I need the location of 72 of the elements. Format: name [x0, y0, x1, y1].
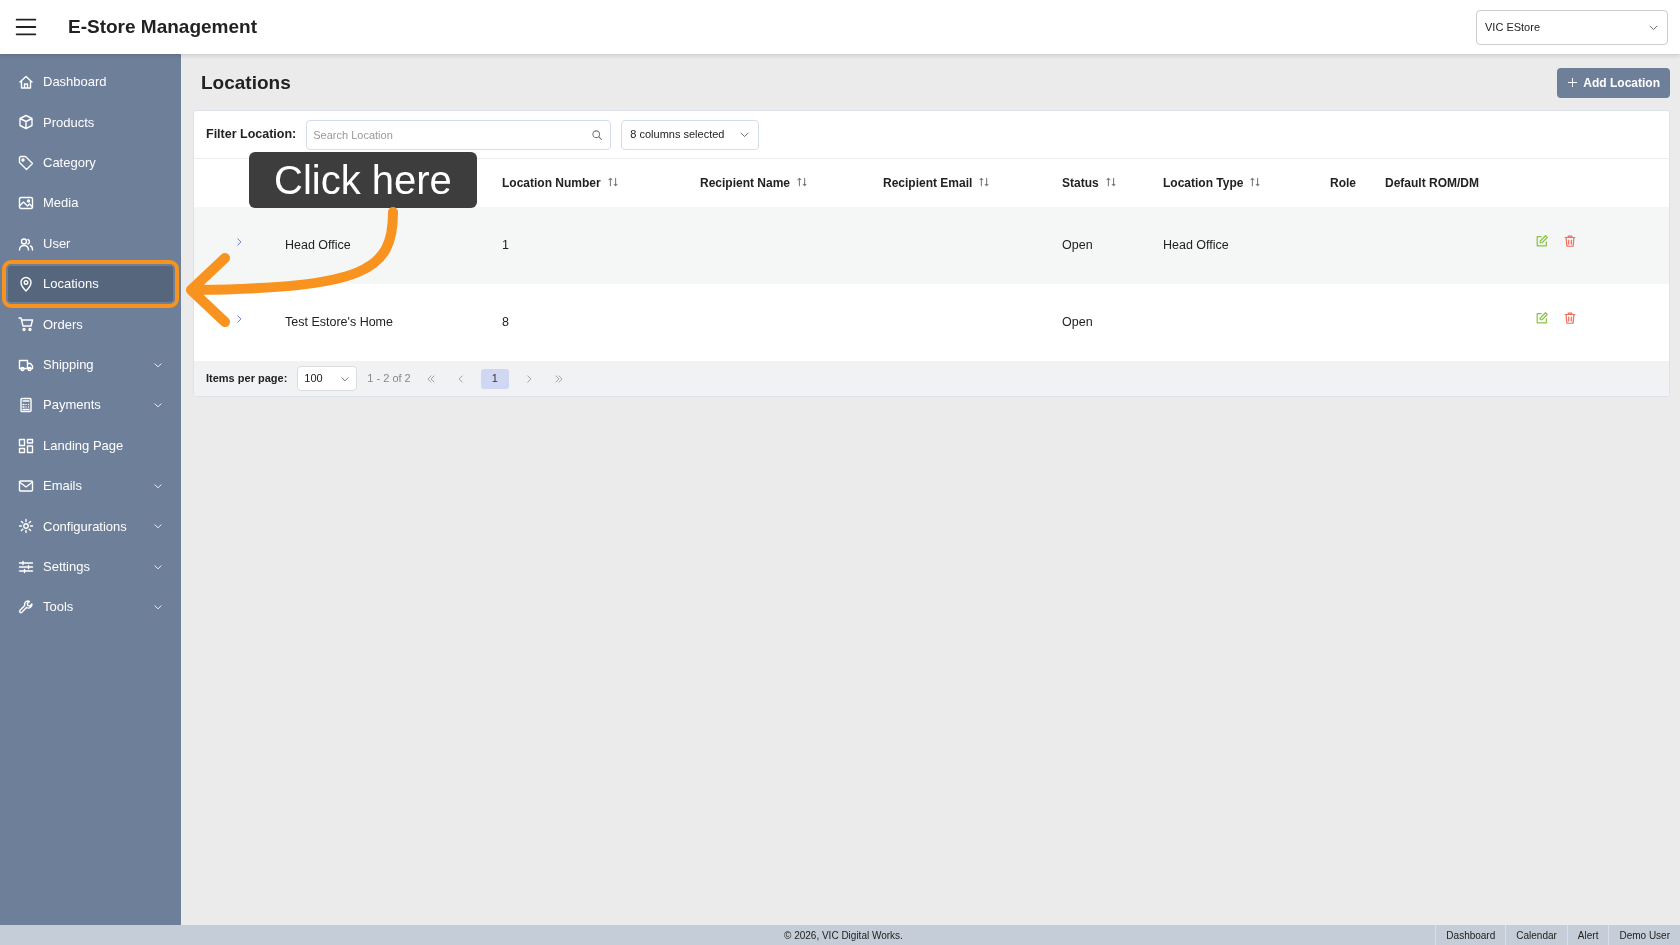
pin-icon	[18, 275, 34, 292]
sort-icon[interactable]	[1104, 176, 1117, 188]
page-number[interactable]: 1	[480, 368, 509, 389]
users-icon	[18, 235, 34, 252]
callout-label: Click here	[249, 152, 477, 208]
grid-icon	[18, 437, 34, 454]
trash-icon[interactable]	[1563, 233, 1577, 248]
gear-icon	[18, 518, 34, 535]
columns-dropdown[interactable]: 8 columns selected	[621, 119, 760, 150]
sidebar-item[interactable]: Category	[8, 144, 173, 181]
calculator-icon	[18, 397, 34, 414]
sidebar-item[interactable]: Payments	[8, 387, 173, 424]
table-cell: Open	[1062, 315, 1093, 330]
table-cell: Open	[1062, 238, 1093, 253]
image-icon	[18, 195, 34, 212]
edit-icon[interactable]	[1535, 233, 1549, 248]
column-header[interactable]: Recipient Name	[700, 176, 791, 190]
copyright-text: © 2026, VIC Digital Works.	[784, 928, 903, 943]
sidebar-item[interactable]: Tools	[8, 589, 173, 626]
column-header[interactable]: Location Type	[1163, 176, 1244, 190]
sidebar-item[interactable]: Settings	[8, 548, 173, 585]
table-cell: Head Office	[285, 238, 351, 253]
column-header[interactable]: Status	[1062, 176, 1099, 190]
footer-link[interactable]: Alert	[1566, 925, 1609, 945]
home-icon	[18, 74, 34, 90]
page-size-dropdown[interactable]: 100	[297, 366, 358, 391]
box-icon	[18, 114, 34, 131]
sidebar-item[interactable]: Orders	[8, 306, 173, 343]
sidebar-item[interactable]: Emails	[8, 467, 173, 504]
items-per-page-label: Items per page:	[206, 371, 288, 387]
column-header: Role	[1330, 176, 1356, 190]
tag-icon	[18, 154, 34, 171]
sidebar-item[interactable]: Shipping	[8, 346, 173, 383]
sliders-icon	[18, 558, 34, 575]
filter-label: Filter Location:	[206, 126, 297, 144]
add-location-button[interactable]: Add Location	[1557, 68, 1670, 98]
footer-link[interactable]: Demo User	[1608, 925, 1680, 945]
sidebar-item[interactable]: Landing Page	[8, 427, 173, 464]
sort-icon[interactable]	[1249, 176, 1262, 188]
table-cell: 8	[502, 315, 509, 330]
store-dropdown[interactable]: VIC EStore	[1476, 9, 1668, 45]
page-range: 1 - 2 of 2	[367, 371, 411, 387]
cart-icon	[18, 316, 34, 333]
plus-icon	[1567, 77, 1579, 88]
table-cell: Head Office	[1163, 238, 1229, 253]
chevron-right-icon[interactable]	[234, 313, 244, 324]
trash-icon[interactable]	[1563, 310, 1577, 325]
footer-link[interactable]: Calendar	[1505, 925, 1567, 945]
sort-icon[interactable]	[606, 176, 619, 188]
last-page-icon	[553, 373, 564, 384]
footer-link[interactable]: Dashboard	[1435, 925, 1506, 945]
sort-icon[interactable]	[796, 176, 809, 188]
mail-icon	[18, 477, 34, 494]
edit-icon[interactable]	[1535, 310, 1549, 325]
chevron-right-icon[interactable]	[234, 236, 244, 247]
first-page-icon	[425, 373, 436, 384]
search-icon	[591, 128, 604, 141]
sort-icon[interactable]	[978, 176, 991, 188]
column-header[interactable]: Recipient Email	[883, 176, 973, 190]
sidebar-item[interactable]: Products	[8, 104, 173, 141]
search-field[interactable]: Search Location	[306, 119, 612, 150]
column-header[interactable]: Location Number	[502, 176, 601, 190]
page-title: Locations	[201, 71, 291, 95]
sidebar-item[interactable]: User	[8, 225, 173, 262]
sidebar-item[interactable]: Dashboard	[8, 64, 173, 100]
sidebar-item[interactable]: Media	[8, 185, 173, 222]
table-cell: 1	[502, 238, 509, 253]
app-title: E-Store Management	[68, 14, 257, 39]
wrench-icon	[18, 599, 34, 616]
sidebar-item[interactable]: Configurations	[8, 508, 173, 545]
table-cell: Test Estore's Home	[285, 315, 393, 330]
column-header: Default ROM/DM	[1385, 176, 1479, 190]
